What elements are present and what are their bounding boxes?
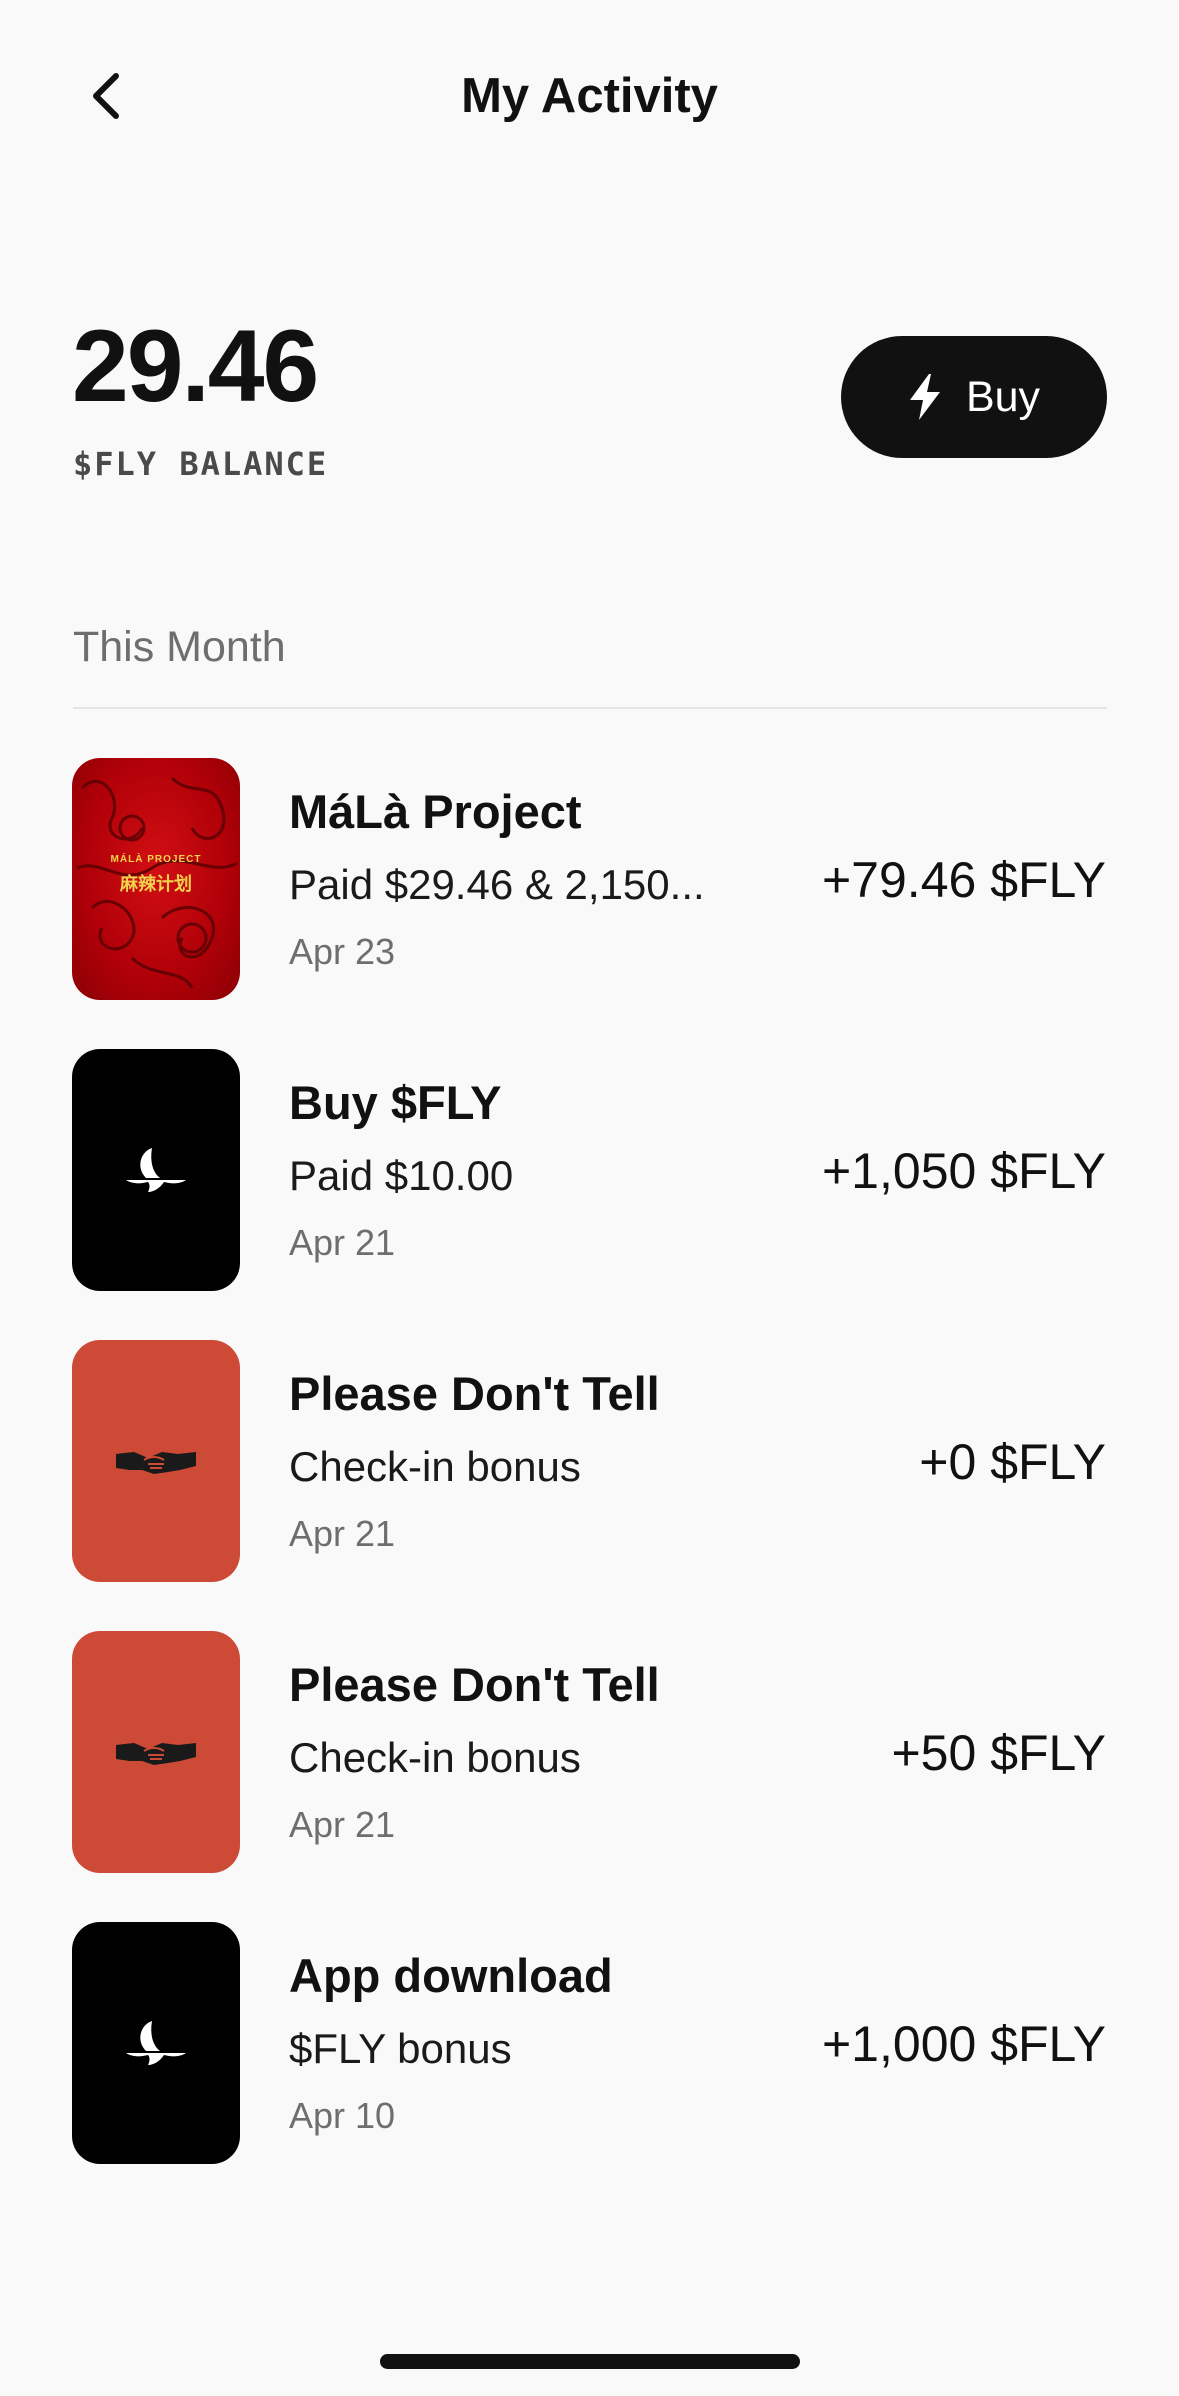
handshake-icon xyxy=(116,1452,196,1474)
activity-row-please-dont-tell[interactable]: Please Don't Tell Check-in bonus Apr 21 … xyxy=(0,1340,1179,1631)
activity-list: MÁLÀ PROJECT 麻辣计划 MáLà Project Paid $29.… xyxy=(0,758,1179,2213)
lightning-bolt-icon xyxy=(909,374,940,420)
handshake-icon xyxy=(116,1743,196,1765)
activity-date: Apr 21 xyxy=(289,1222,396,1263)
mala-project-logo-text: MÁLÀ PROJECT xyxy=(110,854,202,865)
activity-row-buy-fly[interactable]: Buy $FLY Paid $10.00 Apr 21 +1,050 $FLY xyxy=(0,1049,1179,1340)
activity-amount: +0 $FLY xyxy=(919,1434,1106,1490)
activity-date: Apr 23 xyxy=(289,931,396,972)
please-dont-tell-thumbnail xyxy=(72,1631,240,1873)
activity-subtitle: Paid $10.00 xyxy=(289,1152,514,1199)
please-dont-tell-thumbnail xyxy=(72,1340,240,1582)
page-title: My Activity xyxy=(461,69,718,123)
balance-label: $FLY BALANCE xyxy=(73,445,329,483)
divider xyxy=(73,707,1107,709)
activity-title: Please Don't Tell xyxy=(289,1658,660,1711)
fly-thumbnail xyxy=(72,1049,240,1291)
section-heading: This Month xyxy=(73,623,286,671)
activity-row-please-dont-tell[interactable]: Please Don't Tell Check-in bonus Apr 21 … xyxy=(0,1631,1179,1922)
fly-thumbnail xyxy=(72,1922,240,2164)
buy-button-label: Buy xyxy=(965,372,1041,421)
activity-amount: +1,000 $FLY xyxy=(821,2016,1106,2072)
balance-value: 29.46 xyxy=(72,309,319,423)
activity-subtitle: Paid $29.46 & 2,150... xyxy=(289,861,705,908)
activity-subtitle: $FLY bonus xyxy=(289,2025,512,2072)
activity-amount: +1,050 $FLY xyxy=(821,1143,1106,1199)
activity-subtitle: Check-in bonus xyxy=(289,1734,581,1781)
buy-button[interactable]: Buy xyxy=(841,336,1107,458)
activity-amount: +50 $FLY xyxy=(891,1725,1106,1781)
activity-amount: +79.46 $FLY xyxy=(821,852,1106,908)
home-indicator[interactable] xyxy=(380,2354,800,2369)
activity-title: Please Don't Tell xyxy=(289,1367,660,1420)
activity-date: Apr 10 xyxy=(289,2095,396,2136)
fly-logo-icon xyxy=(126,1148,186,1192)
fly-logo-icon xyxy=(126,2021,186,2065)
activity-date: Apr 21 xyxy=(289,1513,396,1554)
activity-title: App download xyxy=(289,1949,613,2002)
mala-project-thumbnail: MÁLÀ PROJECT 麻辣计划 xyxy=(72,758,240,1000)
mala-project-logo-cn: 麻辣计划 xyxy=(120,874,192,894)
header: My Activity xyxy=(0,0,1179,190)
activity-row-mala-project[interactable]: MÁLÀ PROJECT 麻辣计划 MáLà Project Paid $29.… xyxy=(0,758,1179,1049)
activity-title: MáLà Project xyxy=(289,785,582,838)
activity-date: Apr 21 xyxy=(289,1804,396,1845)
activity-subtitle: Check-in bonus xyxy=(289,1443,581,1490)
activity-title: Buy $FLY xyxy=(289,1076,502,1129)
activity-row-app-download[interactable]: App download $FLY bonus Apr 10 +1,000 $F… xyxy=(0,1922,1179,2213)
